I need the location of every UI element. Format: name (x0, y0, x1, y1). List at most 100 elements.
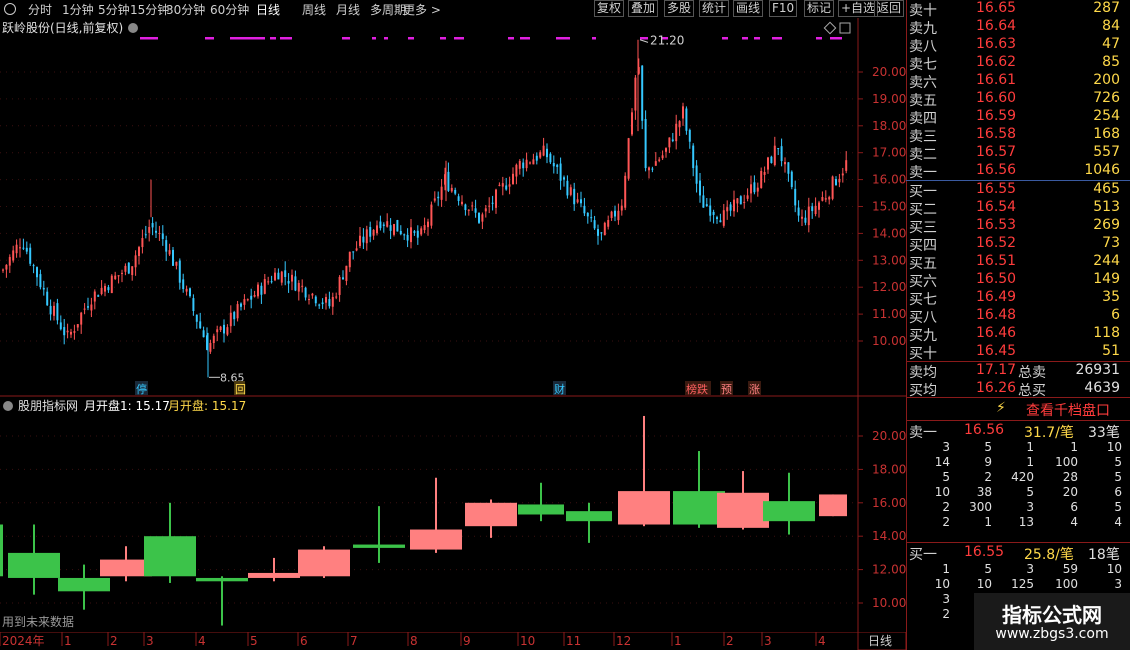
daily-candle (100, 280, 103, 296)
period-toolbar: 分时 1分钟 5分钟 15分钟 30分钟 60分钟 日线 周线 月线 多周期 更多 > 复权 叠加 多股统… (0, 0, 905, 18)
detail-cell: 9 (984, 455, 992, 469)
window-icon[interactable] (839, 22, 851, 34)
daily-candle (753, 175, 756, 195)
period-tab-2[interactable]: 5分钟 (98, 1, 130, 18)
detail-divider (906, 542, 1130, 543)
event-marker-1[interactable]: 回 (234, 381, 246, 396)
daily-candle (835, 176, 837, 186)
signal-marker (754, 37, 760, 40)
order-price: 16.56 (976, 162, 1017, 178)
daily-candle (280, 270, 283, 286)
x-tick-label: 11 (566, 634, 581, 648)
signal-marker (205, 37, 214, 40)
lightning-icon: ⚡ (996, 400, 1006, 416)
toolbar-button-8[interactable]: 返回 (874, 0, 905, 17)
order-price: 16.54 (976, 199, 1017, 215)
detail-cell: 10 (1106, 562, 1122, 576)
daily-candle (573, 182, 576, 211)
detail-cell: 1 (1026, 440, 1034, 454)
daily-candle (267, 276, 270, 285)
daily-candle (716, 215, 718, 224)
daily-candle (56, 298, 59, 325)
order-price: 16.59 (976, 108, 1017, 124)
monthly-indicator-chart[interactable]: 20.00 18.00 16.00 14.00 12.00 10.00 股朋指标网 月开盘1:… (0, 396, 906, 632)
future-data-note: 用到未来数据 (2, 614, 74, 629)
clock-icon[interactable] (4, 3, 16, 15)
period-tab-1[interactable]: 1分钟 (62, 1, 94, 18)
period-tab-0[interactable]: 分时 (28, 1, 52, 18)
period-tab-4[interactable]: 30分钟 (166, 1, 205, 18)
daily-candle (178, 258, 181, 290)
detail-label: 卖一 (909, 425, 937, 441)
detail-label: 买一 (909, 547, 937, 563)
period-tab-8[interactable]: 月线 (336, 1, 360, 18)
order-price: 16.57 (976, 144, 1017, 160)
daily-candle (325, 293, 327, 310)
toolbar-button-2[interactable]: 多股 (664, 0, 695, 17)
title-dropdown-icon[interactable] (128, 23, 138, 33)
daily-candle (671, 132, 674, 143)
daily-candle (590, 209, 593, 223)
toolbar-button-7[interactable]: +自选 (838, 0, 879, 17)
toolbar-button-0[interactable]: 复权 (594, 0, 625, 17)
toolbar-button-3[interactable]: 统计 (699, 0, 730, 17)
daily-candle (457, 193, 460, 206)
detail-cell: 5 (942, 470, 950, 484)
order-label: 买五 (909, 256, 937, 272)
daily-candle (787, 162, 790, 182)
daily-candle (807, 197, 810, 233)
depth-book-button[interactable]: 查看千档盘口 (1026, 400, 1110, 420)
kline-main-chart[interactable]: 20.00 19.00 18.00 17.00 16.00 15.00 14.00 13.00… (0, 18, 906, 414)
order-label: 买一 (909, 184, 937, 200)
detail-cell: 3 (942, 592, 950, 606)
event-marker-5[interactable]: 涨 (748, 381, 761, 396)
svg-text:财: 财 (554, 382, 565, 396)
period-tab-6[interactable]: 日线 (256, 1, 280, 18)
detail-cell: 5 (984, 440, 992, 454)
daily-candle (838, 173, 841, 188)
period-label[interactable]: 日线 (868, 634, 892, 648)
event-marker-2[interactable]: 财 (553, 381, 566, 396)
period-tab-9[interactable]: 多周期 (370, 1, 406, 18)
sub-title-dropdown-icon[interactable] (3, 401, 13, 411)
monthly-candle (298, 546, 350, 578)
toolbar-button-6[interactable]: 标记 (804, 0, 835, 17)
order-volume: 254 (1093, 108, 1120, 124)
daily-candle (416, 225, 419, 245)
daily-candle (777, 147, 780, 156)
toolbar-button-4[interactable]: 画线 (733, 0, 764, 17)
detail-price: 16.56 (964, 422, 1005, 438)
order-price: 16.62 (976, 54, 1017, 70)
diamond-icon[interactable] (823, 21, 837, 35)
daily-candle (209, 339, 212, 354)
period-tab-5[interactable]: 60分钟 (210, 1, 249, 18)
daily-candle (719, 213, 722, 223)
event-marker-3[interactable]: 榜跌 (685, 381, 711, 396)
daily-candle (478, 212, 480, 225)
period-tab-7[interactable]: 周线 (302, 1, 326, 18)
daily-candle (430, 201, 433, 229)
daily-candle (342, 270, 344, 280)
toolbar-button-5[interactable]: F10 (769, 0, 798, 17)
daily-candle (736, 197, 739, 213)
order-row: 买四 16.52 73 (906, 235, 1130, 254)
toolbar-button-1[interactable]: 叠加 (628, 0, 659, 17)
order-price: 16.60 (976, 90, 1017, 106)
order-row: 买六 16.50 149 (906, 271, 1130, 290)
signal-marker (772, 37, 782, 40)
daily-candle (576, 192, 579, 204)
order-label: 卖二 (909, 147, 937, 163)
total-label: 总卖 (1018, 365, 1046, 381)
x-tick-label: 6 (300, 634, 308, 648)
order-row: 买三 16.53 269 (906, 217, 1130, 236)
period-tab-3[interactable]: 15分钟 (130, 1, 169, 18)
monthly-candle (763, 472, 815, 535)
daily-candle (291, 269, 293, 291)
daily-candle (559, 157, 562, 190)
event-marker-0[interactable]: 停 (135, 381, 148, 396)
y-tick-label: 16.00 (872, 173, 906, 187)
svg-text:回: 回 (235, 383, 246, 396)
event-marker-4[interactable]: 预 (720, 381, 733, 396)
daily-candle (644, 110, 647, 172)
period-tab-10[interactable]: 更多 > (403, 1, 441, 18)
